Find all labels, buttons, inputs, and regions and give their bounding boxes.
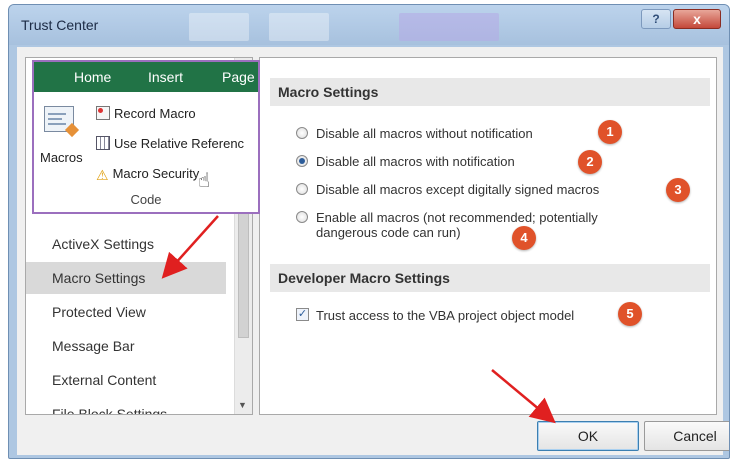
nav-item-file-block-settings[interactable]: File Block Settings <box>26 398 226 414</box>
option-label: Disable all macros with notification <box>316 154 515 169</box>
checkbox-checked[interactable]: ✓ <box>296 308 309 321</box>
radio-button-selected[interactable] <box>296 155 308 167</box>
cancel-button[interactable]: Cancel <box>644 421 729 451</box>
dialog-title: Trust Center <box>21 17 99 33</box>
nav-item-external-content[interactable]: External Content <box>26 364 226 396</box>
ribbon-tab-bar: Home Insert Page <box>34 62 258 92</box>
option-label: Disable all macros without notification <box>316 126 533 141</box>
option-label-line2: dangerous code can run) <box>316 225 461 240</box>
ribbon-developer-inset: Home Insert Page Macros Record Macro Use… <box>32 60 260 214</box>
scroll-down-icon[interactable]: ▼ <box>238 400 247 410</box>
ribbon-tab-page[interactable]: Page <box>222 69 255 85</box>
step-badge-1: 1 <box>598 120 622 144</box>
radio-button[interactable] <box>296 183 308 195</box>
option-trust-vba-access[interactable]: ✓ Trust access to the VBA project object… <box>296 308 575 323</box>
ok-button[interactable]: OK <box>537 421 639 451</box>
macro-settings-heading: Macro Settings <box>270 78 710 106</box>
use-relative-references-button[interactable]: Use Relative Referenc <box>96 136 244 151</box>
use-relative-label: Use Relative Referenc <box>114 136 245 151</box>
warning-icon: ⚠ <box>96 167 109 183</box>
code-group-label: Code <box>130 192 162 207</box>
nav-item-activex-settings[interactable]: ActiveX Settings <box>26 228 226 260</box>
help-button[interactable]: ? <box>641 9 671 29</box>
nav-item-message-bar[interactable]: Message Bar <box>26 330 226 362</box>
ribbon-tab-home[interactable]: Home <box>74 69 111 85</box>
hand-cursor-icon: ☝ <box>198 170 211 192</box>
option-label: Disable all macros except digitally sign… <box>316 182 600 197</box>
record-macro-label: Record Macro <box>114 106 196 121</box>
title-bar: Trust Center ? x <box>9 5 729 45</box>
option-disable-except-signed[interactable]: Disable all macros except digitally sign… <box>296 182 600 197</box>
radio-button[interactable] <box>296 211 308 223</box>
developer-settings-heading: Developer Macro Settings <box>270 264 710 292</box>
step-badge-3: 3 <box>666 178 690 202</box>
option-enable-all-macros[interactable]: Enable all macros (not recommended; pote… <box>296 210 598 240</box>
close-button[interactable]: x <box>673 9 721 29</box>
option-disable-no-notification[interactable]: Disable all macros without notification <box>296 126 533 141</box>
option-label: Trust access to the VBA project object m… <box>316 308 575 323</box>
blurred-ribbon-tab <box>269 13 329 41</box>
blurred-ribbon-tab <box>189 13 249 41</box>
relative-references-icon <box>96 136 110 150</box>
macro-security-button[interactable]: ⚠ Macro Security <box>96 166 199 184</box>
blurred-ribbon-tab <box>399 13 499 41</box>
macros-button-label[interactable]: Macros <box>40 150 83 165</box>
step-badge-4: 4 <box>512 226 536 250</box>
record-macro-button[interactable]: Record Macro <box>96 106 196 121</box>
macros-icon[interactable] <box>44 106 80 138</box>
settings-panel: Macro Settings Disable all macros withou… <box>259 57 717 415</box>
nav-item-protected-view[interactable]: Protected View <box>26 296 226 328</box>
macro-security-label: Macro Security <box>112 166 200 181</box>
radio-button[interactable] <box>296 127 308 139</box>
ribbon-tab-insert[interactable]: Insert <box>148 69 183 85</box>
nav-item-macro-settings[interactable]: Macro Settings <box>26 262 226 294</box>
scrollbar-thumb[interactable] <box>238 198 249 338</box>
option-disable-with-notification[interactable]: Disable all macros with notification <box>296 154 515 169</box>
step-badge-2: 2 <box>578 150 602 174</box>
option-label: Enable all macros (not recommended; pote… <box>316 210 598 225</box>
step-badge-5: 5 <box>618 302 642 326</box>
record-macro-icon <box>96 106 110 120</box>
